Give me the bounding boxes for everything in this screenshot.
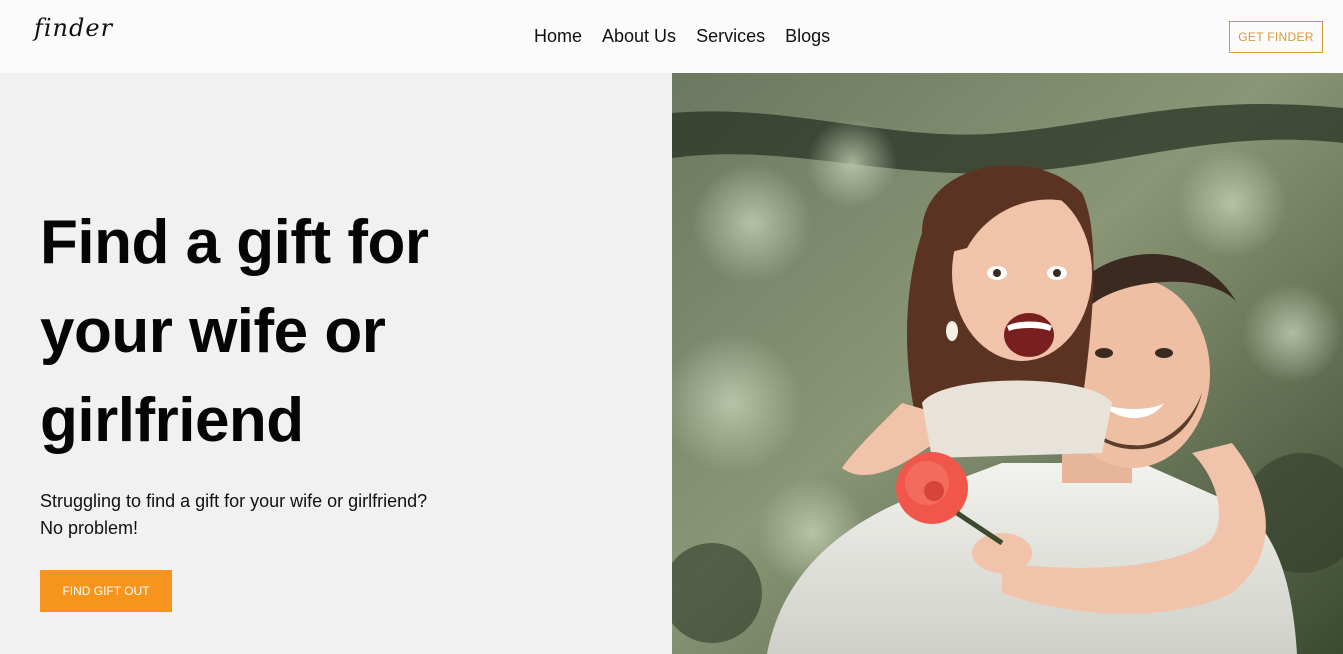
- get-finder-button[interactable]: GET FINDER: [1229, 21, 1323, 53]
- headline-line-3: girlfriend: [40, 386, 304, 455]
- couple-photo-illustration: [672, 73, 1343, 654]
- nav-about-link[interactable]: About Us: [602, 26, 676, 47]
- find-gift-out-button[interactable]: FIND GIFT OUT: [40, 570, 172, 612]
- couple-photo: [672, 73, 1343, 654]
- hero-headline: Find a gift for your wife or girlfriend: [40, 198, 560, 465]
- hero-subtext: Struggling to find a gift for your wife …: [40, 488, 480, 542]
- nav-blogs-link[interactable]: Blogs: [785, 26, 830, 47]
- subtext-line-2: No problem!: [40, 518, 139, 538]
- headline-line-1: Find a gift for: [40, 208, 429, 277]
- brand-logo[interactable]: finder: [34, 14, 113, 42]
- subtext-line-1: Struggling to find a gift for your wife …: [40, 491, 428, 511]
- navbar: finder Home About Us Services Blogs GET …: [0, 0, 1343, 73]
- main-nav: Home About Us Services Blogs: [534, 26, 830, 47]
- nav-services-link[interactable]: Services: [696, 26, 765, 47]
- nav-home-link[interactable]: Home: [534, 26, 582, 47]
- headline-line-2: your wife or: [40, 297, 386, 366]
